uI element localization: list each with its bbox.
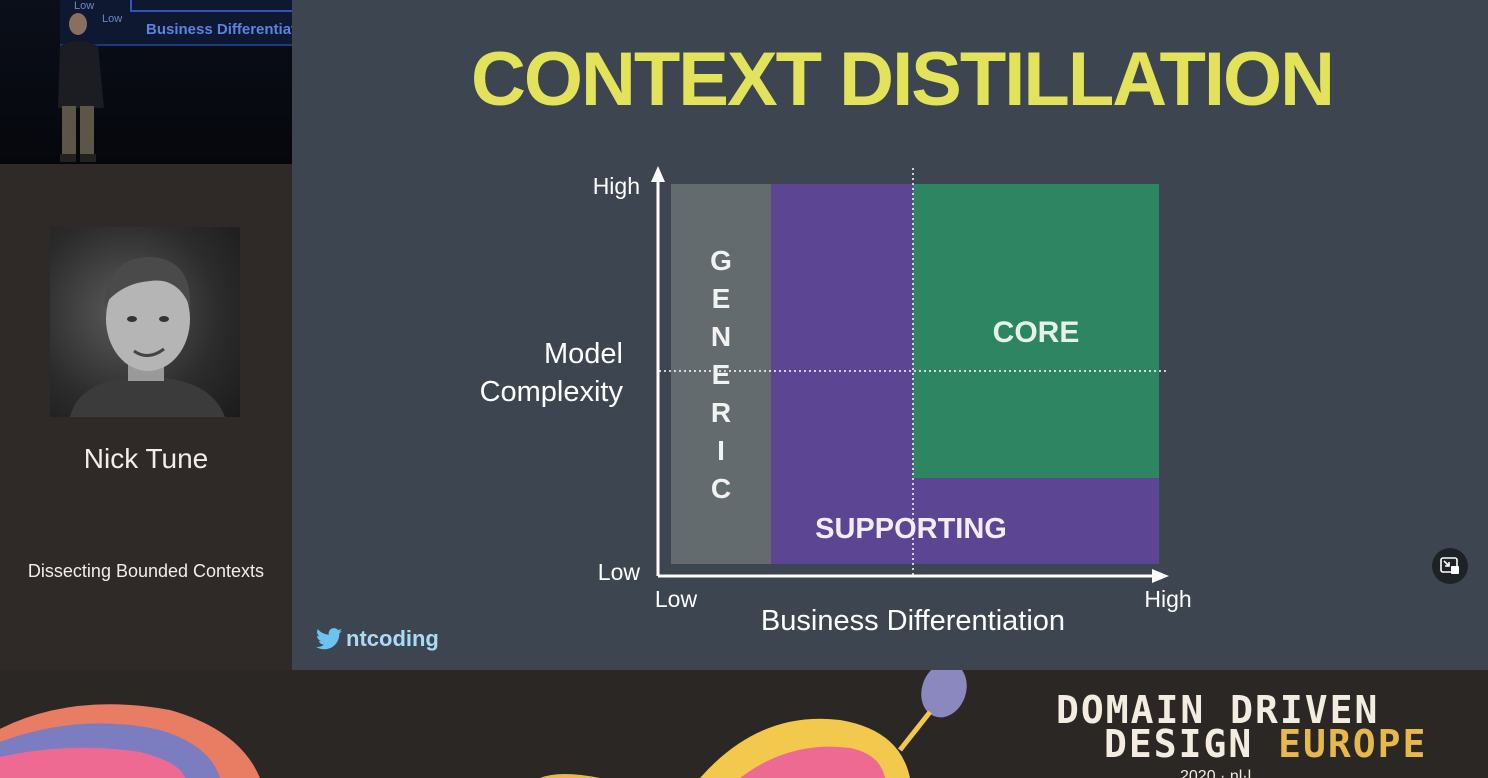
generic-letter: R — [711, 397, 731, 428]
talk-title: Dissecting Bounded Contexts — [27, 561, 265, 581]
speaker-name: Nick Tune — [83, 443, 209, 474]
context-distillation-diagram: High Low Model Complexity Low High Busin… — [480, 166, 1192, 637]
generic-letter: E — [712, 359, 731, 390]
twitter-bird-icon — [316, 628, 342, 650]
y-axis-title-line2: Complexity — [480, 376, 624, 408]
conference-banner: DOMAIN DRIVEN DESIGN EUROPE 2020 · nl·l — [0, 670, 1488, 778]
x-axis-low-label: Low — [655, 586, 698, 612]
camera-feed: Low Low Business Differentiat — [0, 0, 292, 164]
x-axis-arrow-icon — [1152, 569, 1169, 583]
supporting-region-upper — [771, 184, 913, 564]
speaker-avatar — [50, 227, 240, 417]
generic-letter: I — [717, 435, 725, 466]
camera-stage-screen-frame — [130, 0, 292, 12]
y-axis-title-line1: Model — [544, 338, 623, 370]
exit-fullscreen-button[interactable] — [1432, 548, 1468, 584]
twitter-handle: ntcoding — [316, 626, 439, 652]
camera-axis-label: Business Differentiat — [146, 21, 292, 38]
camera-axis-low-1: Low — [74, 0, 95, 12]
speaker-figure-icon — [58, 13, 104, 162]
speaker-portrait-icon — [70, 257, 225, 417]
y-axis-high-label: High — [593, 173, 640, 199]
speaker-panel: Low Low Business Differentiat Nick Tune … — [0, 0, 292, 670]
twitter-handle-text: ntcoding — [346, 626, 439, 651]
core-label: CORE — [993, 316, 1080, 349]
generic-letter: G — [710, 245, 732, 276]
y-axis-low-label: Low — [598, 559, 641, 585]
supporting-label: SUPPORTING — [815, 513, 1007, 545]
ddd-logo-europe: EUROPE — [1278, 722, 1428, 766]
y-axis-arrow-icon — [651, 166, 665, 182]
x-axis-title: Business Differentiation — [761, 605, 1065, 637]
ddd-year: 2020 · nl·l — [1180, 768, 1252, 778]
ddd-logo-line2: DESIGN EUROPE — [1104, 722, 1427, 766]
generic-letter: E — [712, 283, 731, 314]
presentation-slide: CONTEXT DISTILLATION High Low Model Comp… — [292, 0, 1488, 670]
generic-letter: C — [711, 473, 731, 504]
generic-letter: N — [711, 321, 731, 352]
x-axis-high-label: High — [1144, 586, 1191, 612]
exit-fullscreen-icon — [1440, 557, 1459, 574]
ddd-logo-design: DESIGN — [1104, 722, 1254, 766]
